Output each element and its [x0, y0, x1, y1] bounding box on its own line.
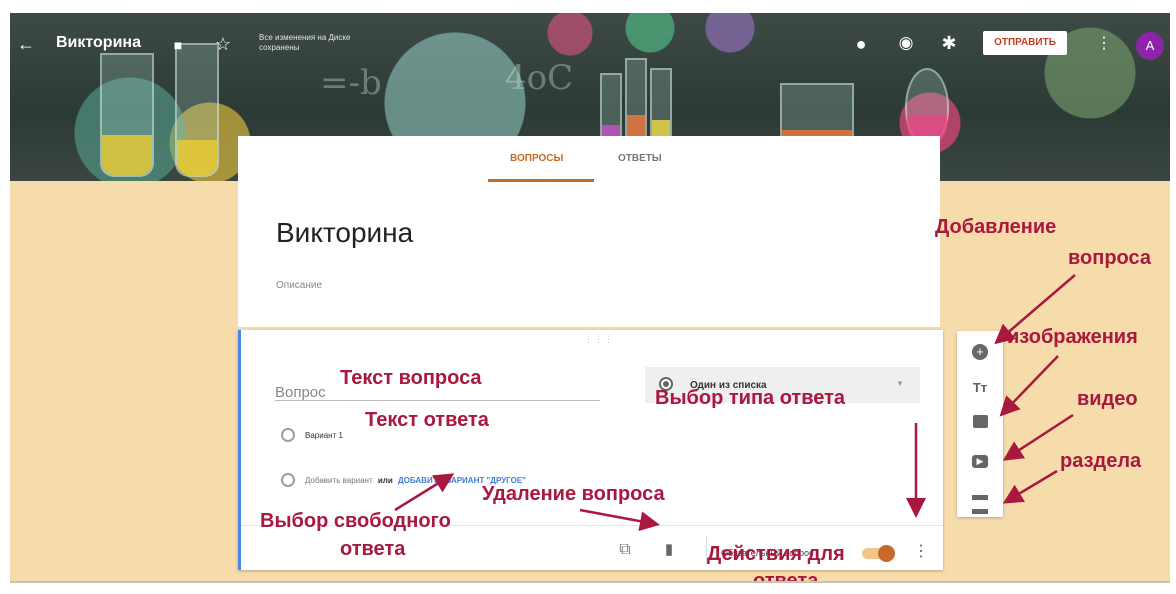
arrow-add-image: [999, 355, 1059, 417]
annotation-delete-question: Удаление вопроса: [482, 483, 665, 505]
arrow-free-answer: [394, 473, 455, 512]
screenshot-frame: =-b 4oC ← Викторина ■ ☆ Все изменения на…: [10, 13, 1170, 583]
annotation-add-2: вопроса: [1068, 247, 1151, 269]
arrow-add-section: [1002, 469, 1058, 504]
annotation-video: видео: [1077, 388, 1138, 410]
annotation-question-text: Текст вопроса: [340, 367, 482, 389]
bottom-strip: [10, 581, 1170, 583]
annotation-free-answer-2: ответа: [340, 538, 406, 560]
annotation-answer-type: Выбор типа ответа: [655, 387, 846, 409]
annotation-free-answer-1: Выбор свободного: [260, 510, 451, 532]
arrow-delete: [579, 508, 660, 532]
annotation-add-1: Добавление: [935, 216, 1057, 238]
annotation-actions-1: Действия для: [707, 543, 845, 565]
annotation-answer-text: Текст ответа: [365, 409, 489, 431]
annotation-section: раздела: [1060, 450, 1142, 472]
annotation-images: изображения: [1007, 326, 1138, 348]
